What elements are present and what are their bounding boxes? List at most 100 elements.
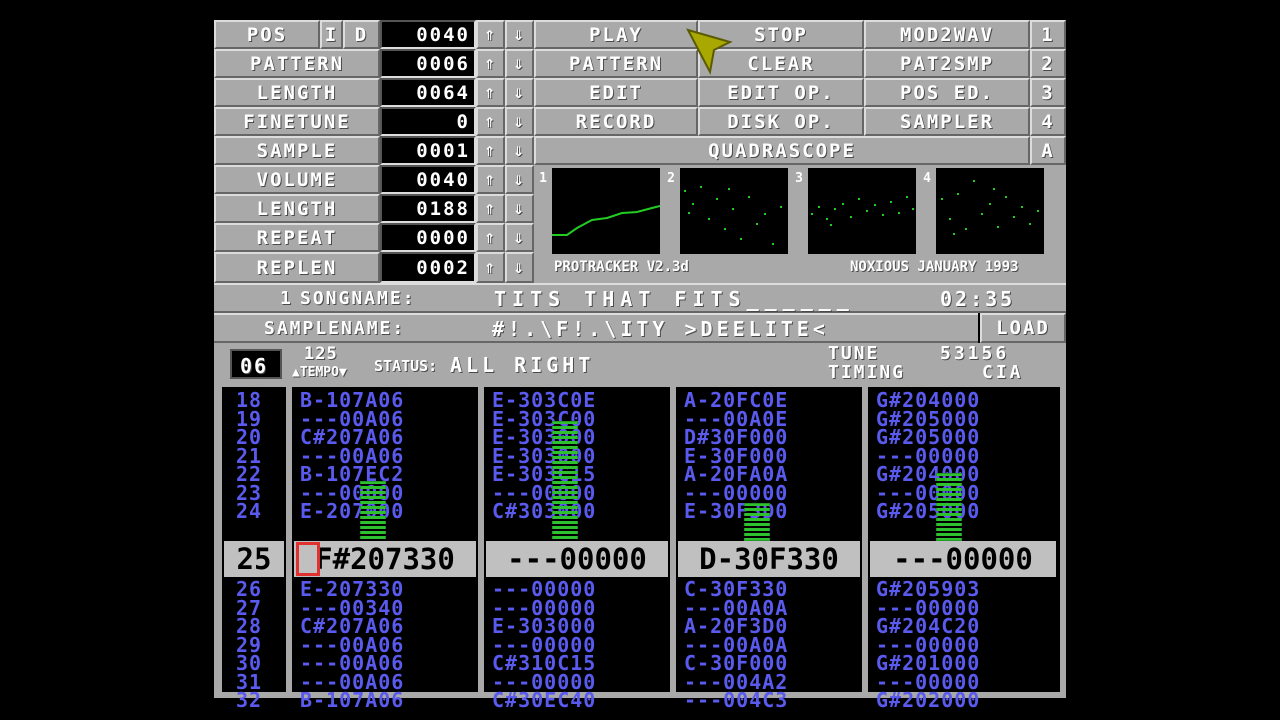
track-4-vu-meter	[936, 473, 962, 541]
record-button[interactable]: RECORD	[534, 107, 698, 136]
pattern-value: 0006	[380, 49, 476, 78]
songname-label: SONGNAME:	[300, 288, 416, 309]
repeat-label: REPEAT	[214, 223, 380, 252]
status-area: 06 125 ▲TEMPO▼ STATUS: ALL RIGHT TUNE TI…	[214, 343, 1066, 385]
track-3-vu-meter	[744, 503, 770, 541]
edit-button[interactable]: EDIT	[534, 78, 698, 107]
scope-channel-4	[936, 168, 1044, 254]
insert-position-button[interactable]: I	[320, 20, 343, 49]
delete-position-button[interactable]: D	[343, 20, 380, 49]
credit-text: NOXIOUS JANUARY 1993	[850, 259, 1019, 275]
mouse-pointer-icon	[686, 28, 733, 76]
edit-op-button[interactable]: EDIT OP.	[698, 78, 864, 107]
play-pattern-button[interactable]: PATTERN	[534, 49, 698, 78]
speed-box[interactable]: 06	[230, 349, 282, 379]
tempo-control[interactable]: ▲TEMPO▼	[292, 365, 347, 380]
replen-down-arrow-icon[interactable]: ⇓	[505, 252, 534, 283]
scope-channel-2	[680, 168, 788, 254]
scope-4-label: 4	[921, 171, 933, 186]
track-3-cell[interactable]: ---004C3	[684, 690, 788, 710]
edit-cursor	[296, 542, 320, 576]
row-number: 24	[236, 499, 263, 523]
track-2-vu-meter	[552, 421, 578, 541]
sample-down-arrow-icon[interactable]: ⇓	[505, 136, 534, 165]
status-value: ALL RIGHT	[450, 353, 595, 377]
samplename-input[interactable]: #!.\F!.\ITY >DEELITE<	[492, 317, 829, 341]
preset-4-button[interactable]: 4	[1030, 107, 1066, 136]
songname-input[interactable]: TITS THAT FITS______	[494, 287, 855, 311]
volume-up-arrow-icon[interactable]: ⇑	[476, 165, 505, 194]
track-1-vu-meter	[360, 481, 386, 541]
pos-label: POS	[214, 20, 320, 49]
pos-up-arrow-icon[interactable]: ⇑	[476, 20, 505, 49]
analyzer-toggle-button[interactable]: A	[1030, 136, 1066, 165]
length-value: 0064	[380, 78, 476, 107]
scope-panel: 1 2 3 4 PROTRACKER V2.3d NOXIOUS JANUARY…	[534, 165, 1066, 283]
mod2wav-button[interactable]: MOD2WAV	[864, 20, 1030, 49]
quadrascope-button[interactable]: QUADRASCOPE	[534, 136, 1030, 165]
preset-3-button[interactable]: 3	[1030, 78, 1066, 107]
current-row-number: 25	[224, 541, 284, 577]
finetune-up-arrow-icon[interactable]: ⇑	[476, 107, 505, 136]
length-up-arrow-icon[interactable]: ⇑	[476, 78, 505, 107]
track-1-cell[interactable]: E-207000	[300, 501, 404, 521]
samplename-label: SAMPLENAME:	[264, 318, 406, 339]
pos-value: 0040	[380, 20, 476, 49]
status-label: STATUS:	[374, 357, 438, 375]
scope-3-wave	[811, 196, 914, 226]
protracker-window: POS I D 0040 ⇑ ⇓ PATTERN 0006 ⇑ ⇓ LENGTH…	[214, 20, 1066, 710]
repeat-down-arrow-icon[interactable]: ⇓	[505, 223, 534, 252]
scope-3-label: 3	[793, 171, 805, 186]
sample-length-up-arrow-icon[interactable]: ⇑	[476, 194, 505, 223]
pos-down-arrow-icon[interactable]: ⇓	[505, 20, 534, 49]
pat2smp-button[interactable]: PAT2SMP	[864, 49, 1030, 78]
length-label: LENGTH	[214, 78, 380, 107]
pattern-up-arrow-icon[interactable]: ⇑	[476, 49, 505, 78]
scope-1-label: 1	[537, 171, 549, 186]
tempo-value: 125	[304, 344, 338, 364]
sample-length-label: LENGTH	[214, 194, 380, 223]
disk-op-button[interactable]: DISK OP.	[698, 107, 864, 136]
length-down-arrow-icon[interactable]: ⇓	[505, 78, 534, 107]
row-number: 32	[236, 688, 263, 712]
track-4-cell[interactable]: G#205000	[876, 501, 980, 521]
track-4-current-cell[interactable]: ---00000	[870, 541, 1056, 577]
repeat-up-arrow-icon[interactable]: ⇑	[476, 223, 505, 252]
sampler-button[interactable]: SAMPLER	[864, 107, 1030, 136]
timing-value[interactable]: CIA	[982, 362, 1024, 383]
track-3-cell[interactable]: E-30F3D0	[684, 501, 788, 521]
pattern-down-arrow-icon[interactable]: ⇓	[505, 49, 534, 78]
replen-label: REPLEN	[214, 252, 380, 283]
track-1-cell[interactable]: B-107A06	[300, 690, 404, 710]
play-button[interactable]: PLAY	[534, 20, 698, 49]
pattern-label: PATTERN	[214, 49, 380, 78]
sample-up-arrow-icon[interactable]: ⇑	[476, 136, 505, 165]
track-3-current-cell[interactable]: D-30F330	[678, 541, 860, 577]
samplename-bar: SAMPLENAME: #!.\F!.\ITY >DEELITE<	[214, 313, 978, 343]
track-2-cell[interactable]: C#303000	[492, 501, 596, 521]
track-1-current-cell[interactable]: F#207330	[294, 541, 476, 577]
track-4-cell[interactable]: G#202000	[876, 690, 980, 710]
sample-length-value: 0188	[380, 194, 476, 223]
load-button[interactable]: LOAD	[980, 313, 1066, 343]
pattern-editor: 18 19 20 21 22 23 24 B-107A06 ---00A06 C…	[214, 385, 1066, 710]
preset-1-button[interactable]: 1	[1030, 20, 1066, 49]
replen-up-arrow-icon[interactable]: ⇑	[476, 252, 505, 283]
volume-down-arrow-icon[interactable]: ⇓	[505, 165, 534, 194]
sample-label: SAMPLE	[214, 136, 380, 165]
track-2-current-cell[interactable]: ---00000	[486, 541, 668, 577]
finetune-value: 0	[380, 107, 476, 136]
scope-4-wave	[941, 180, 1039, 235]
timing-label: TIMING	[828, 362, 906, 383]
speed-value: 06	[240, 354, 269, 378]
songname-prefix: 1	[280, 288, 291, 309]
pos-ed-button[interactable]: POS ED.	[864, 78, 1030, 107]
scope-channel-1	[552, 168, 661, 254]
volume-label: VOLUME	[214, 165, 380, 194]
sample-length-down-arrow-icon[interactable]: ⇓	[505, 194, 534, 223]
track-2-cell[interactable]: C#30EC40	[492, 690, 596, 710]
finetune-down-arrow-icon[interactable]: ⇓	[505, 107, 534, 136]
scope-2-label: 2	[665, 171, 677, 186]
preset-2-button[interactable]: 2	[1030, 49, 1066, 78]
replen-value: 0002	[380, 252, 476, 283]
